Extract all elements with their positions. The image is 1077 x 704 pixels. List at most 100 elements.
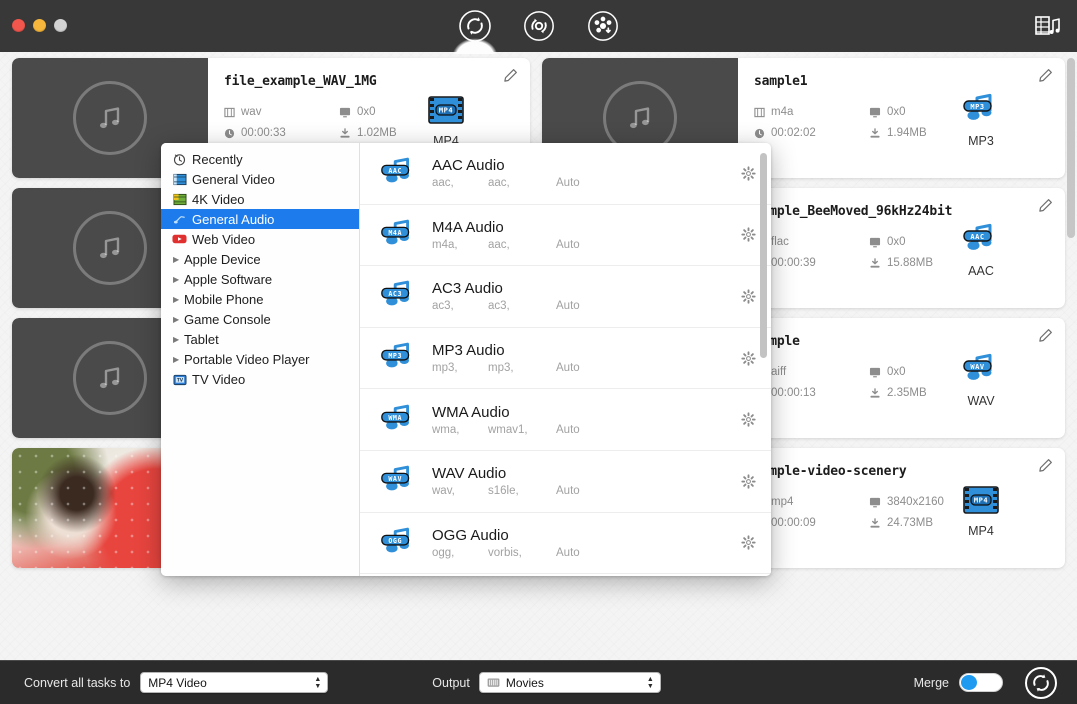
sidebar-item-tablet[interactable]: ▶ Tablet — [161, 329, 359, 349]
wav-format-icon: WAV — [376, 461, 422, 501]
format-row-aac[interactable]: AAC AAC Audio aac, aac, Auto — [360, 143, 771, 205]
chevron-right-icon: ▶ — [173, 274, 180, 284]
title-bar — [0, 0, 1077, 54]
format-details: ac3, ac3, Auto — [432, 300, 725, 312]
format-container: wav, — [432, 485, 455, 498]
format-list-scrollbar-thumb[interactable] — [760, 153, 767, 358]
close-button[interactable] — [12, 19, 25, 32]
format-details: wma, wmav1, Auto — [432, 424, 725, 436]
sidebar-item-label: Recently — [192, 151, 243, 167]
output-select[interactable]: Movies ▲ ▼ — [478, 672, 661, 693]
sidebar-item-apple-device[interactable]: ▶ Apple Device — [161, 249, 359, 269]
merge-toggle-knob — [961, 675, 977, 690]
format-name: AAC Audio — [432, 157, 505, 175]
format-info: WMA Audio wma, wmav1, Auto — [422, 404, 725, 436]
format-row-wma[interactable]: WMA WMA Audio wma, wmav1, Auto — [360, 389, 771, 451]
page-scrollbar[interactable] — [1067, 58, 1075, 648]
format-info: MP3 Audio mp3, mp3, Auto — [422, 342, 725, 374]
minimize-button[interactable] — [33, 19, 46, 32]
format-quality: Auto — [556, 300, 580, 313]
target-format-badge[interactable]: MP3 MP3 — [943, 88, 1019, 148]
stepper-arrows-icon[interactable]: ▲ ▼ — [645, 675, 656, 691]
tv-icon: TV — [171, 372, 188, 387]
format-name: WAV Audio — [432, 465, 507, 483]
stepper-arrows-icon[interactable]: ▲ ▼ — [312, 675, 323, 691]
aac-format-icon: AAC — [376, 153, 422, 193]
format-codec: ac3, — [488, 300, 510, 313]
format-row-mp3[interactable]: MP3 MP3 Audio mp3, mp3, Auto — [360, 328, 771, 390]
target-format-badge[interactable]: MP4 MP4 — [943, 478, 1019, 538]
zoom-button[interactable] — [54, 19, 67, 32]
merge-toggle[interactable] — [959, 673, 1003, 692]
sidebar-item-apple-software[interactable]: ▶ Apple Software — [161, 269, 359, 289]
svg-text:AAC: AAC — [970, 233, 984, 241]
app-window: file_example_WAV_1MG wav 0x0 00:00:33 1.… — [0, 0, 1077, 704]
edit-pencil-icon[interactable] — [1038, 328, 1053, 348]
music-note-placeholder-icon — [73, 81, 147, 155]
sidebar-item-label: 4K Video — [192, 191, 245, 207]
video-format-icon: MP4 — [943, 478, 1019, 522]
format-info: WAV Audio wav, s16le, Auto — [422, 465, 725, 497]
format-container: ogg, — [432, 546, 455, 559]
format-row-ogg[interactable]: OGG OGG Audio ogg, vorbis, Auto — [360, 513, 771, 575]
page-scrollbar-thumb[interactable] — [1067, 58, 1075, 238]
target-format-badge[interactable]: AAC AAC — [943, 218, 1019, 278]
format-row-wav[interactable]: WAV WAV Audio wav, s16le, Auto — [360, 451, 771, 513]
output-label: Output — [432, 675, 470, 690]
sidebar-item-recently[interactable]: Recently — [161, 149, 359, 169]
sidebar-item-mobile-phone[interactable]: ▶ Mobile Phone — [161, 289, 359, 309]
toolbox-icon[interactable] — [1033, 13, 1063, 39]
target-format-badge[interactable]: WAV WAV — [943, 348, 1019, 408]
sidebar-item-web-video[interactable]: Web Video — [161, 229, 359, 249]
music-note-placeholder-icon — [73, 211, 147, 285]
format-name: AC3 Audio — [432, 280, 503, 298]
sidebar-item-game-console[interactable]: ▶ Game Console — [161, 309, 359, 329]
target-format-badge[interactable]: MP4 MP4 — [408, 88, 484, 148]
svg-text:WAV: WAV — [388, 475, 402, 483]
format-row-ac3[interactable]: AC3 AC3 Audio ac3, ac3, Auto — [360, 266, 771, 328]
file-card-body: sample_BeeMoved_96kHz24bit flac 0x0 00:0… — [738, 188, 1065, 308]
convert-button[interactable] — [1025, 666, 1057, 699]
edit-pencil-icon[interactable] — [1038, 458, 1053, 478]
sidebar-item-label: Apple Device — [184, 251, 261, 267]
meta-format: m4a — [754, 106, 869, 118]
tab-converter[interactable] — [451, 8, 498, 54]
convert-all-label: Convert all tasks to — [24, 675, 131, 690]
edit-pencil-icon[interactable] — [1038, 68, 1053, 88]
audio-format-icon: AAC — [943, 218, 1019, 262]
meta-duration: 00:00:13 — [754, 387, 869, 399]
sidebar-item-general-video[interactable]: General Video — [161, 169, 359, 189]
chevron-right-icon: ▶ — [173, 254, 180, 264]
format-category-sidebar: Recently General Video 4K Video General … — [161, 143, 360, 576]
svg-text:AC3: AC3 — [388, 290, 402, 298]
sidebar-item-general-audio[interactable]: General Audio — [161, 209, 359, 229]
sidebar-item-label: Web Video — [192, 231, 256, 247]
sidebar-item-4k-video[interactable]: 4K Video — [161, 189, 359, 209]
format-codec: aac, — [488, 177, 510, 190]
svg-text:WAV: WAV — [970, 363, 984, 371]
format-name: WMA Audio — [432, 403, 510, 421]
format-details: mp3, mp3, Auto — [432, 362, 725, 374]
sidebar-item-tv-video[interactable]: TV TV Video — [161, 369, 359, 389]
svg-text:M4A: M4A — [388, 229, 402, 237]
top-tab-bar — [451, 0, 621, 54]
meta-duration: 00:02:02 — [754, 127, 869, 139]
format-container: aac, — [432, 177, 454, 190]
format-row-m4a[interactable]: M4A M4A Audio m4a, aac, Auto — [360, 205, 771, 267]
edit-pencil-icon[interactable] — [503, 68, 518, 88]
convert-all-select[interactable]: MP4 Video ▲ ▼ — [140, 672, 329, 693]
sidebar-item-label: Game Console — [184, 311, 271, 327]
format-quality: Auto — [556, 238, 580, 251]
meta-format: wav — [224, 106, 339, 118]
sidebar-item-portable-video-player[interactable]: ▶ Portable Video Player — [161, 349, 359, 369]
format-info: OGG Audio ogg, vorbis, Auto — [422, 527, 725, 559]
edit-pencil-icon[interactable] — [1038, 198, 1053, 218]
convert-all-value: MP4 Video — [148, 675, 207, 690]
tab-ripper[interactable] — [521, 8, 557, 44]
format-details: ogg, vorbis, Auto — [432, 547, 725, 559]
format-codec: wmav1, — [488, 423, 528, 436]
format-details: aac, aac, Auto — [432, 177, 725, 189]
sidebar-item-label: TV Video — [192, 371, 246, 387]
format-list-scrollbar[interactable] — [760, 149, 767, 570]
tab-downloader[interactable] — [585, 8, 621, 44]
